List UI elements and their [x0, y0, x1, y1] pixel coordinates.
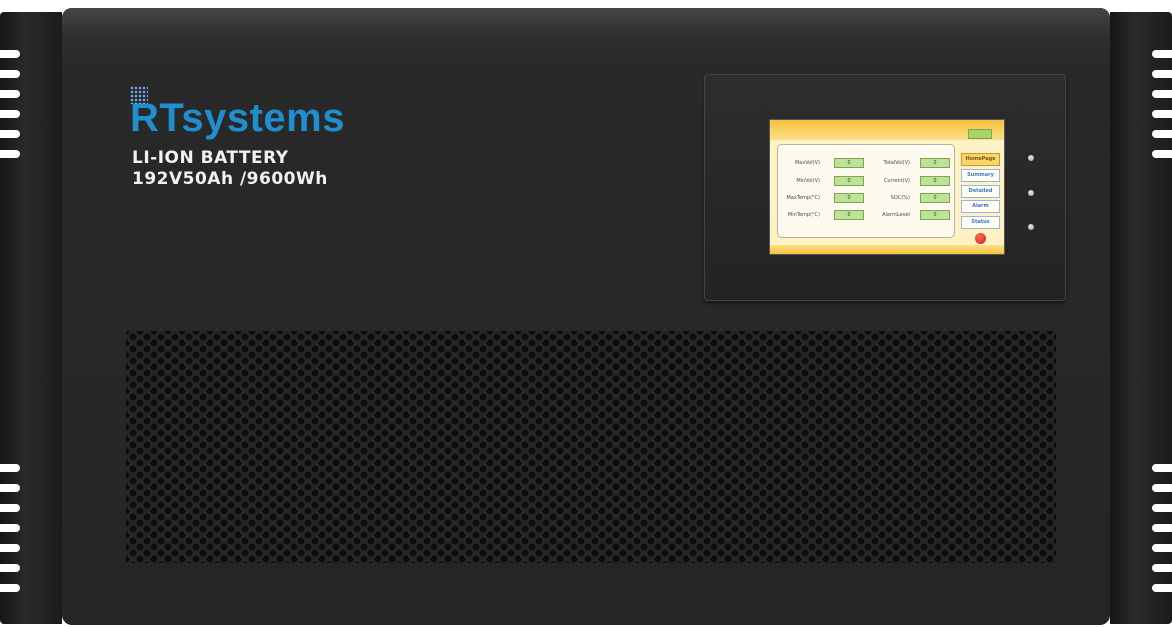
param-value: 0 — [834, 158, 864, 168]
param-label: MinVol(V) — [796, 178, 820, 184]
touch-display[interactable]: MaxVol(V) 0 MinVol(V) 0 MaxTemp(°C) 0 Mi… — [769, 119, 1005, 255]
param-value: 0 — [834, 176, 864, 186]
left-rack-ear — [0, 12, 62, 624]
param-value: 0 — [920, 193, 950, 203]
product-label: LI-ION BATTERY 192V50Ah /9600Wh — [132, 148, 328, 190]
param-label: MaxVol(V) — [794, 160, 820, 166]
param-label: TotalVol(V) — [883, 160, 910, 166]
param-label: MaxTemp(°C) — [786, 195, 820, 201]
param-value: 0 — [920, 158, 950, 168]
mounting-slot — [0, 90, 20, 98]
nav-status-button[interactable]: Status — [961, 216, 1000, 229]
mounting-slot — [1152, 150, 1172, 158]
param-label: Current(V) — [883, 178, 910, 184]
mounting-slot — [0, 50, 20, 58]
product-type: LI-ION BATTERY — [132, 148, 289, 168]
mounting-slot — [1152, 464, 1172, 472]
mounting-slot — [0, 544, 20, 552]
brand-logo-text: RTsystems — [130, 96, 345, 140]
logo-dot-grid-icon — [130, 86, 148, 104]
chassis-top-edge — [62, 8, 1110, 36]
mounting-slot — [0, 464, 20, 472]
mounting-slot — [1152, 90, 1172, 98]
nav-summary-button[interactable]: Summary — [961, 169, 1000, 182]
param-label: AlarmLevel — [882, 212, 910, 218]
param-value: 0 — [920, 210, 950, 220]
param-value: 0 — [920, 176, 950, 186]
mounting-slot — [1152, 504, 1172, 512]
right-rack-ear — [1110, 12, 1172, 624]
mounting-slot — [0, 564, 20, 572]
mounting-slot — [0, 584, 20, 592]
mounting-slot — [0, 150, 20, 158]
param-label: SOC(%) — [890, 195, 910, 201]
mounting-slot — [1152, 544, 1172, 552]
mounting-slot — [0, 484, 20, 492]
mounting-slot — [1152, 130, 1172, 138]
run-led-icon — [1028, 190, 1034, 196]
mounting-slot — [1152, 524, 1172, 532]
mounting-slot — [0, 524, 20, 532]
param-label: MinTemp(°C) — [787, 212, 820, 218]
status-badge — [968, 129, 992, 139]
mounting-slot — [1152, 110, 1172, 118]
mounting-slot — [0, 130, 20, 138]
mounting-slot — [0, 110, 20, 118]
power-led-icon — [1028, 155, 1034, 161]
brand-logo: RTsystems — [130, 86, 345, 140]
mounting-slot — [1152, 50, 1172, 58]
nav-homepage-button[interactable]: HomePage — [961, 153, 1000, 166]
stop-button-icon[interactable] — [975, 233, 986, 244]
param-value: 0 — [834, 193, 864, 203]
nav-detailed-button[interactable]: Detailed — [961, 185, 1000, 198]
vent-grille — [126, 331, 1056, 563]
alarm-led-icon — [1028, 224, 1034, 230]
mounting-slot — [1152, 584, 1172, 592]
mounting-slot — [1152, 70, 1172, 78]
display-footer-bar — [770, 245, 1004, 254]
mounting-slot — [1152, 564, 1172, 572]
nav-alarm-button[interactable]: Alarm — [961, 200, 1000, 213]
mounting-slot — [0, 70, 20, 78]
parameters-panel: MaxVol(V) 0 MinVol(V) 0 MaxTemp(°C) 0 Mi… — [777, 144, 955, 238]
product-rating: 192V50Ah /9600Wh — [132, 169, 328, 189]
mounting-slot — [1152, 484, 1172, 492]
mounting-slot — [0, 504, 20, 512]
param-value: 0 — [834, 210, 864, 220]
